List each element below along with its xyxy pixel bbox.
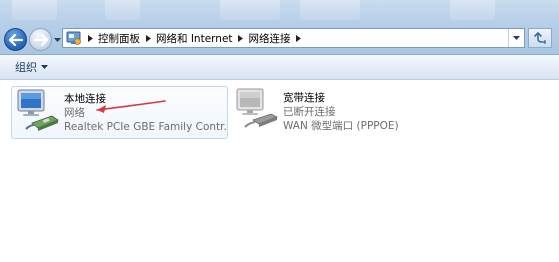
blurred-titlebar-fragment [220, 0, 280, 20]
breadcrumb-separator[interactable] [83, 34, 97, 42]
connection-device: Realtek PCIe GBE Family Contr... [64, 121, 227, 133]
back-button[interactable] [4, 28, 27, 51]
breadcrumb-label: 网络和 Internet [156, 32, 233, 45]
broadband-disconnected-icon [231, 86, 283, 134]
blurred-titlebar-fragment [105, 0, 140, 20]
blurred-titlebar-fragment [450, 0, 495, 20]
breadcrumb-network-internet[interactable]: 网络和 Internet [155, 29, 234, 47]
connection-name: 宽带连接 [283, 92, 325, 104]
breadcrumb-separator[interactable] [292, 34, 306, 42]
address-bar[interactable]: 控制面板 网络和 Internet 网络连接 [62, 28, 525, 48]
breadcrumb-label: 网络连接 [248, 32, 291, 45]
breadcrumb-separator[interactable] [141, 34, 155, 42]
organize-menu-button[interactable]: 组织 [15, 60, 48, 74]
refresh-icon [534, 32, 546, 44]
connection-status: 网络 [64, 107, 85, 119]
lan-adapter-icon [12, 87, 64, 135]
connection-item-local[interactable]: 本地连接 网络 Realtek PCIe GBE Family Contr... [11, 86, 228, 139]
connection-status: 已断开连接 [283, 106, 336, 118]
breadcrumb-control-panel[interactable]: 控制面板 [97, 29, 141, 47]
connection-item-broadband[interactable]: 宽带连接 已断开连接 WAN 微型端口 (PPPOE) [231, 86, 431, 139]
blurred-titlebar-fragment [12, 0, 57, 20]
breadcrumb-network-connections[interactable]: 网络连接 [248, 29, 292, 47]
breadcrumb-separator[interactable] [234, 34, 248, 42]
recent-pages-dropdown[interactable] [53, 36, 61, 44]
connections-view: 本地连接 网络 Realtek PCIe GBE Family Contr...… [0, 80, 559, 262]
back-arrow-icon [8, 33, 23, 46]
breadcrumb-label: 控制面板 [98, 32, 140, 45]
connection-name: 本地连接 [64, 93, 106, 105]
blurred-titlebar-fragment [300, 0, 360, 20]
forward-button[interactable] [29, 28, 52, 51]
control-panel-icon [65, 29, 83, 47]
chevron-down-icon [41, 64, 48, 69]
refresh-button[interactable] [528, 28, 552, 48]
organize-label: 组织 [15, 61, 37, 74]
address-dropdown-button[interactable] [508, 29, 524, 47]
chevron-down-icon [513, 35, 520, 40]
title-bar: 控制面板 网络和 Internet 网络连接 [0, 0, 559, 55]
command-bar: 组织 [0, 55, 559, 80]
chevron-down-icon [53, 37, 61, 42]
forward-arrow-icon [33, 33, 48, 46]
connection-device: WAN 微型端口 (PPPOE) [283, 120, 399, 132]
